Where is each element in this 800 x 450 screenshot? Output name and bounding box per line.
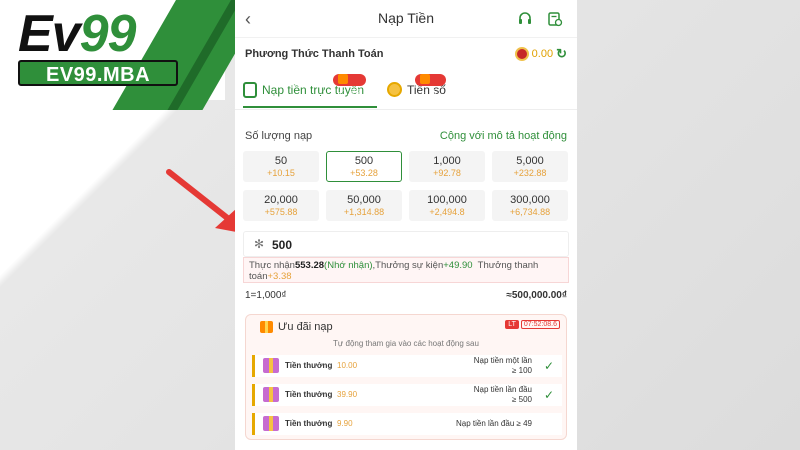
amount-header: Số lượng nạp Cộng với mô tả hoạt động <box>235 122 577 150</box>
promo-badge: +1% <box>415 74 446 97</box>
top-bar: ‹ Nạp Tiền <box>235 0 577 38</box>
brand-site: EV99.MBA <box>18 60 178 86</box>
option-bonus: +10.15 <box>267 168 295 178</box>
gift-icon <box>260 321 273 333</box>
check-icon: ✓ <box>543 388 554 402</box>
option-value: 1,000 <box>433 155 461 167</box>
active-tab-indicator <box>243 106 377 108</box>
receive-summary: Thực nhận553.28(Nhớ nhận),Thưởng sự kiện… <box>243 257 569 283</box>
offer-condition-line2: ≥ 100 <box>512 366 532 375</box>
offer-amount: 39.90 <box>337 390 358 399</box>
offer-condition: Nạp tiền lần đầu ≥ 500 <box>474 385 532 405</box>
amount-option[interactable]: 50,000 +1,314.88 <box>326 190 402 221</box>
option-value: 20,000 <box>264 194 298 206</box>
gift-box-icon <box>263 387 279 402</box>
payment-method-label: Phương Thức Thanh Toán <box>245 48 384 60</box>
receive-prefix: Thực nhận <box>249 260 295 271</box>
event-bonus-value: +49.90 <box>443 260 473 271</box>
option-value: 50 <box>274 155 288 167</box>
option-bonus: +6,734.88 <box>509 207 551 217</box>
exchange-rate: 1=1,000₫ <box>245 290 287 301</box>
payment-method-row: Phương Thức Thanh Toán 0.00 ↻ <box>235 38 577 70</box>
option-value: 300,000 <box>510 194 550 206</box>
logo-text-ev: Ev <box>18 5 81 63</box>
amount-option[interactable]: 5,000 +232.88 <box>492 151 568 182</box>
balance-value: 0.00 <box>531 48 554 60</box>
activity-description-link[interactable]: Cộng với mô tả hoạt động <box>440 130 567 142</box>
offer-label: Tiền thưởng <box>285 419 333 428</box>
option-value: 5,000 <box>516 155 544 167</box>
gift-box-icon <box>263 416 279 431</box>
record-icon[interactable] <box>547 11 563 27</box>
amount-option[interactable]: 20,000 +575.88 <box>243 190 319 221</box>
amount-option[interactable]: 100,000 +2,494.8 <box>409 190 485 221</box>
promo-value: +1% <box>420 88 437 97</box>
brand-logo: Ev99 <box>18 5 137 63</box>
converted-total: ≈500,000.00₫ <box>506 290 567 301</box>
check-icon: ✓ <box>543 359 554 373</box>
amount-option[interactable]: 300,000 +6,734.88 <box>492 190 568 221</box>
lightning-badge: LT <box>505 320 519 329</box>
offer-amount: 10.00 <box>337 361 358 370</box>
payment-bonus-value: +3.38 <box>267 271 292 282</box>
option-value: 500 <box>354 155 374 167</box>
receive-note: (Nhớ nhận) <box>324 260 373 271</box>
amount-option-selected[interactable]: 500 +53.28 <box>326 151 402 182</box>
option-bonus: +575.88 <box>264 207 298 217</box>
coin-icon <box>514 47 529 61</box>
tab-crypto[interactable]: Tiền số +1% <box>387 74 446 97</box>
offer-condition-line2: ≥ 500 <box>512 395 532 404</box>
offer-timer: LT 07:52:08.6 <box>505 320 560 329</box>
headset-icon[interactable] <box>517 11 533 27</box>
amount-option[interactable]: 1,000 +92.78 <box>409 151 485 182</box>
event-bonus-label: ,Thưởng sự kiện <box>372 260 444 271</box>
amount-input-value: 500 <box>272 238 293 252</box>
offer-label: Tiền thưởng <box>285 361 333 370</box>
logo-text-99: 99 <box>79 5 137 63</box>
offers-subtitle: Tự động tham gia vào các hoạt động sau <box>333 339 479 348</box>
offer-item: Tiền thưởng 10.00 Nạp tiền một lần ≥ 100 … <box>252 355 562 377</box>
option-bonus: +2,494.8 <box>429 207 465 217</box>
offer-condition: Nạp tiền lần đầu ≥ 49 <box>456 419 532 428</box>
option-bonus: +92.78 <box>433 168 461 178</box>
option-bonus: +53.28 <box>350 168 378 178</box>
offer-condition-line1: Nạp tiền một lần <box>473 356 532 365</box>
receive-amount: 553.28 <box>294 260 325 271</box>
option-value: 50,000 <box>347 194 381 206</box>
offer-amount: 9.90 <box>337 419 353 428</box>
option-value: 100,000 <box>427 194 467 206</box>
promo-badge: +1.8% <box>333 74 366 97</box>
amount-input[interactable]: ✻ 500 <box>243 231 569 257</box>
promo-value: +1.8% <box>338 88 361 97</box>
gift-icon <box>338 74 348 84</box>
deposit-offers-panel: Ưu đãi nạp LT 07:52:08.6 Tự động tham gi… <box>245 314 567 440</box>
offer-item: Tiền thưởng 39.90 Nạp tiền lần đầu ≥ 500 … <box>252 384 562 406</box>
offers-title-text: Ưu đãi nạp <box>278 321 333 333</box>
gift-box-icon <box>263 358 279 373</box>
option-bonus: +232.88 <box>513 168 547 178</box>
timer-value: 07:52:08.6 <box>520 320 560 329</box>
offers-title: Ưu đãi nạp <box>260 321 333 333</box>
amount-label: Số lượng nạp <box>245 130 313 142</box>
coin-icon <box>387 82 402 97</box>
payment-tabs: Nạp tiền trực tuyến +1.8% Tiền số +1% <box>235 70 577 110</box>
offer-item: Tiền thưởng 9.90 Nạp tiền lần đầu ≥ 49 <box>252 413 562 435</box>
amount-option[interactable]: 50 +10.15 <box>243 151 319 182</box>
offer-condition-line1: Nạp tiền lần đầu <box>473 385 532 394</box>
option-bonus: +1,314.88 <box>343 207 385 217</box>
refresh-icon[interactable]: ↻ <box>556 46 567 62</box>
phone-icon <box>243 82 257 98</box>
balance: 0.00 ↻ <box>514 46 567 62</box>
gear-icon: ✻ <box>254 237 265 251</box>
app-screen: ‹ Nạp Tiền Phương Thức Thanh Toán 0.00 ↻… <box>235 0 577 450</box>
offer-label: Tiền thưởng <box>285 390 333 399</box>
tab-online-deposit[interactable]: Nạp tiền trực tuyến +1.8% <box>243 74 366 98</box>
amount-options: 50 +10.15 500 +53.28 1,000 +92.78 5,000 +232… <box>243 151 569 221</box>
offer-condition: Nạp tiền một lần ≥ 100 <box>474 356 532 376</box>
gift-icon <box>420 74 430 84</box>
